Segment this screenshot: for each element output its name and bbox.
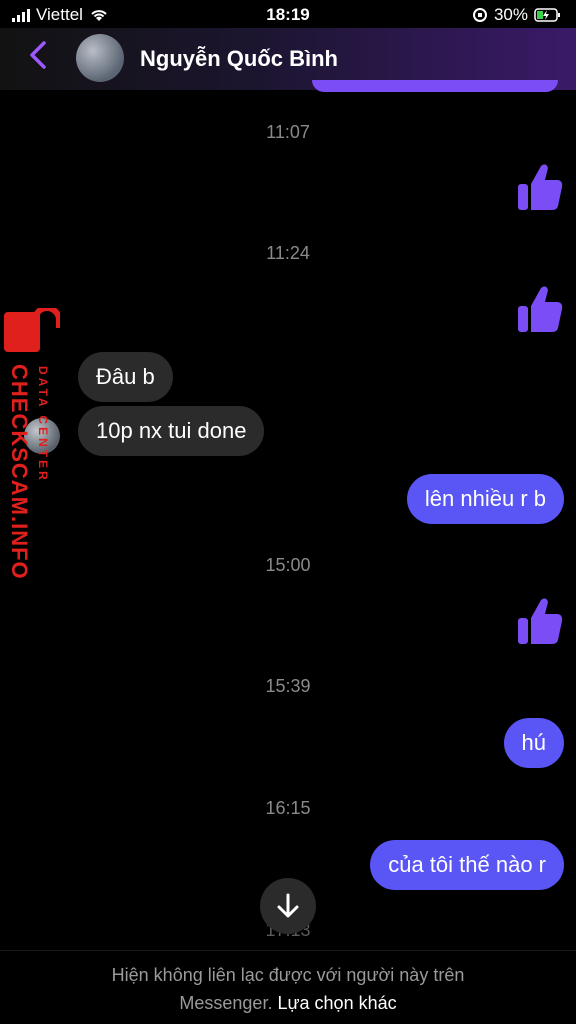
timestamp: 11:24 [266, 243, 310, 263]
contact-avatar[interactable] [76, 34, 124, 82]
notice-text: Messenger. [179, 993, 273, 1013]
battery-percent: 30% [493, 5, 528, 24]
notice-line-1: Hiện không liên lạc được với người này t… [111, 965, 465, 985]
unavailable-notice: Hiện không liên lạc được với người này t… [0, 950, 576, 1024]
timestamp: 15:00 [265, 555, 311, 575]
notice-line-2: Messenger. Lựa chọn khác [0, 989, 576, 1017]
padlock-icon [4, 308, 60, 352]
timestamp: 15:39 [265, 676, 311, 696]
battery-charging-icon [534, 8, 560, 22]
orientation-lock-icon [472, 8, 487, 22]
other-options-link[interactable]: Lựa chọn khác [277, 993, 396, 1013]
outgoing-message-bubble[interactable]: hú [503, 718, 564, 768]
scroll-to-bottom-button[interactable] [260, 878, 316, 934]
contact-name[interactable]: Nguyễn Quốc Bình [140, 46, 338, 72]
incoming-message-bubble[interactable]: 10p nx tui done [78, 406, 265, 456]
previous-outgoing-bubble [312, 80, 558, 92]
incoming-message-bubble[interactable]: Đâu b [78, 352, 173, 402]
like-thumb-icon [518, 286, 563, 332]
timestamp: 11:07 [266, 122, 310, 142]
status-bar: Viettel 18:19 30% [0, 0, 576, 30]
timestamp: 16:15 [265, 798, 311, 818]
watermark-tagline: DATA CENTER [36, 366, 50, 483]
like-thumb-icon [518, 164, 563, 210]
arrow-down-icon [277, 893, 299, 918]
outgoing-message-bubble[interactable]: của tôi thế nào r [370, 840, 564, 890]
checkscam-watermark: CHECKSCAM.INFO DATA CENTER [0, 308, 64, 588]
outgoing-message-bubble[interactable]: lên nhiều r b [406, 474, 564, 524]
back-chevron-icon[interactable] [28, 40, 48, 76]
watermark-brand: CHECKSCAM.INFO [7, 364, 32, 580]
like-thumb-icon [518, 598, 563, 644]
status-right: 30% [472, 5, 562, 25]
